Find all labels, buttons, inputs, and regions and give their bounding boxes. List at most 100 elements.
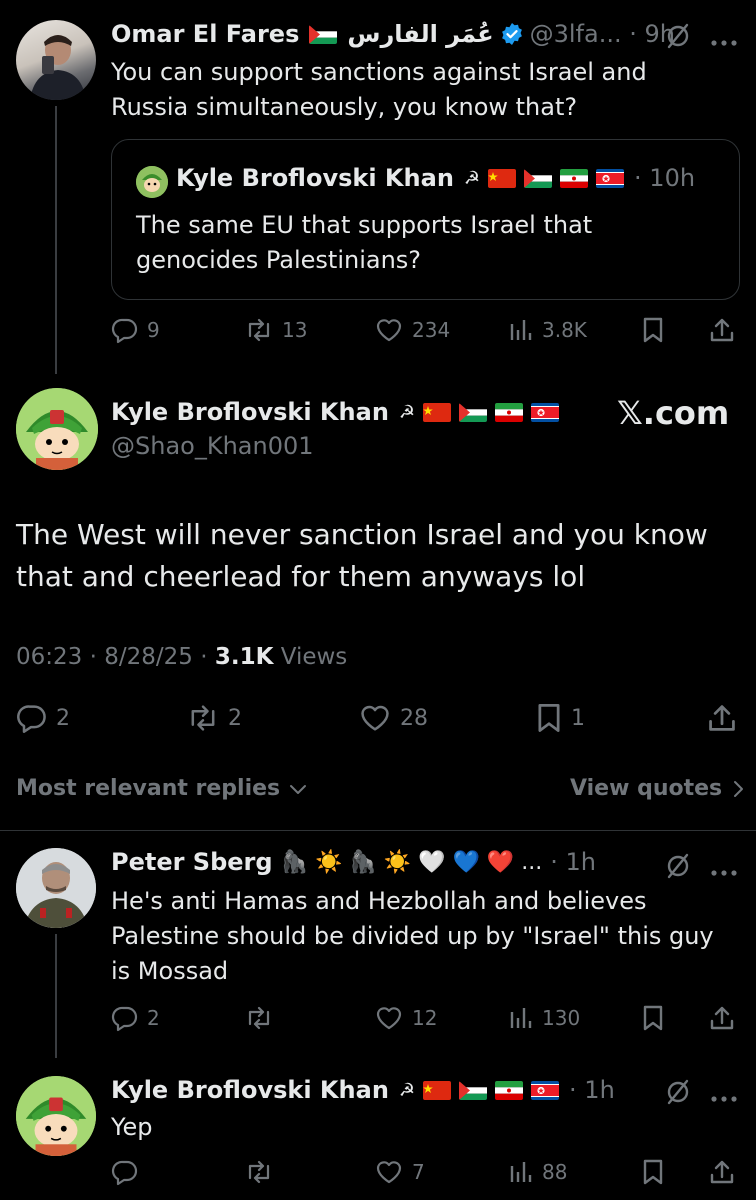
repost-icon — [248, 318, 270, 342]
tweet1-bookmark-button[interactable] — [641, 316, 665, 344]
palestine-flag-icon — [309, 24, 338, 44]
main-repost-button[interactable]: 2 — [186, 702, 242, 734]
china-flag-icon-2 — [423, 402, 452, 422]
reply1-views-button[interactable]: 130 — [508, 1004, 580, 1032]
hammer-sickle-icon-3: ☭ — [398, 1079, 416, 1101]
reply1-views-count: 130 — [542, 1006, 581, 1030]
reply1-text: He's anti Hamas and Hezbollah and believ… — [111, 884, 741, 989]
views-icon — [510, 320, 532, 340]
reply1-header: Peter Sberg 🦍 ☀️ 🦍 ☀️ 🤍 💙 ❤️ ... · 1h — [111, 848, 596, 876]
tweet1-like-button[interactable]: 234 — [374, 316, 450, 344]
share-icon — [710, 318, 734, 342]
main-author-handle[interactable]: @Shao_Khan001 — [111, 432, 314, 460]
tweet1-author-name[interactable]: Omar El Fares — [111, 20, 299, 48]
reply-icon — [111, 318, 138, 344]
quote-avatar — [136, 166, 168, 198]
reply1-author-name[interactable]: Peter Sberg — [111, 848, 273, 876]
reply1-bookmark-button[interactable] — [641, 1004, 665, 1032]
main-like-button[interactable]: 28 — [358, 702, 428, 734]
quoted-tweet-card[interactable]: Kyle Broflovski Khan ☭ · 10h The same EU… — [111, 139, 740, 300]
tweet1-text: You can support sanctions against Israel… — [111, 55, 741, 125]
tweet1-reply-count: 9 — [147, 318, 160, 342]
reply1-reply-count: 2 — [147, 1006, 160, 1030]
reply2-share-button[interactable] — [708, 1158, 736, 1186]
reply2-reply-button[interactable] — [111, 1158, 147, 1186]
grok-icon-2[interactable] — [664, 852, 692, 880]
reply1-share-button[interactable] — [708, 1004, 736, 1032]
avatar-peter[interactable] — [16, 848, 96, 928]
main-bookmark-count: 1 — [571, 705, 585, 731]
main-bookmark-button[interactable]: 1 — [535, 702, 585, 734]
reply1-text-line2: Palestine should be divided up by "Israe… — [111, 922, 714, 950]
tweet1-text-line1: You can support sanctions against Israel… — [111, 58, 647, 86]
replies-sort-label: Most relevant replies — [16, 776, 281, 801]
grok-icon-3[interactable] — [664, 1078, 692, 1106]
reply1-repost-button[interactable] — [244, 1004, 282, 1032]
main-author-name[interactable]: Kyle Broflovski Khan — [111, 398, 389, 426]
iran-flag-icon-2 — [495, 402, 524, 422]
chevron-down-icon — [290, 784, 307, 794]
avatar-kyle-main[interactable] — [16, 388, 98, 470]
main-like-count: 28 — [400, 705, 428, 731]
repost-icon-r2 — [248, 1160, 270, 1184]
bookmark-icon-r2 — [643, 1159, 663, 1185]
reply2-repost-button[interactable] — [244, 1158, 282, 1186]
main-reply-button[interactable]: 2 — [16, 702, 70, 734]
north-korea-flag-icon-2 — [531, 402, 560, 422]
main-tweet-text: The West will never sanction Israel and … — [16, 514, 740, 598]
reply1-text-line3: is Mossad — [111, 957, 229, 985]
section-divider — [0, 830, 756, 831]
grok-icon[interactable] — [664, 22, 692, 50]
main-time-date[interactable]: 06:23 · 8/28/25 · — [16, 644, 215, 670]
north-korea-flag-icon — [596, 168, 625, 188]
tweet1-repost-button[interactable]: 13 — [244, 316, 307, 344]
avatar-omar[interactable] — [16, 20, 96, 100]
reply-icon-r1 — [111, 1006, 138, 1032]
bookmark-icon-main — [538, 704, 560, 732]
thread-line-1 — [55, 106, 57, 374]
reply2-more-icon[interactable] — [710, 1088, 738, 1102]
heart-icon — [376, 319, 402, 342]
reply2-like-count: 7 — [412, 1160, 425, 1184]
china-flag-icon — [488, 168, 517, 188]
tweet1-handle-time[interactable]: @3lfa... · 9h — [530, 20, 675, 48]
quote-header: Kyle Broflovski Khan ☭ · 10h — [176, 164, 695, 192]
reply1-time[interactable]: · 1h — [550, 848, 596, 876]
chevron-right-icon — [734, 780, 744, 797]
quote-text-line2: genocides Palestinians? — [136, 246, 422, 274]
tweet1-text-line2: Russia simultaneously, you know that? — [111, 93, 578, 121]
reply1-more-icon[interactable] — [710, 862, 738, 876]
tweet1-share-button[interactable] — [708, 316, 736, 344]
reply2-time[interactable]: · 1h — [569, 1076, 615, 1104]
heart-icon-main — [361, 705, 389, 731]
reply1-emojis: 🦍 ☀️ 🦍 ☀️ 🤍 💙 ❤️ ... — [280, 849, 543, 875]
reply2-header: Kyle Broflovski Khan ☭ · 1h — [111, 1076, 615, 1104]
tweet1-reply-button[interactable]: 9 — [111, 316, 160, 344]
reply2-text: Yep — [111, 1113, 153, 1141]
palestine-flag-icon-4 — [459, 1080, 488, 1100]
hammer-sickle-icon: ☭ — [463, 167, 481, 189]
heart-icon-r1 — [376, 1007, 402, 1030]
hammer-sickle-icon-2: ☭ — [398, 401, 416, 423]
tweet1-repost-count: 13 — [282, 318, 308, 342]
repost-icon-r1 — [248, 1006, 270, 1030]
bookmark-icon-r1 — [643, 1005, 663, 1031]
tweet1-views-button[interactable]: 3.8K — [508, 316, 587, 344]
reply1-like-button[interactable]: 12 — [374, 1004, 437, 1032]
reply1-text-line1: He's anti Hamas and Hezbollah and believ… — [111, 887, 647, 915]
reply2-bookmark-button[interactable] — [641, 1158, 665, 1186]
reply2-author-name[interactable]: Kyle Broflovski Khan — [111, 1076, 389, 1104]
main-share-button[interactable] — [706, 702, 738, 734]
tweet1-more-icon[interactable] — [710, 32, 738, 46]
reply2-like-button[interactable]: 7 — [374, 1158, 425, 1186]
reply1-reply-button[interactable]: 2 — [111, 1004, 160, 1032]
avatar-kyle-reply[interactable] — [16, 1076, 96, 1156]
tweet1-header: Omar El Fares عُمَر الفارس @3lfa... · 9h — [111, 18, 741, 50]
main-tweet-header: Kyle Broflovski Khan ☭ — [111, 398, 560, 426]
reply-icon-main — [17, 705, 46, 733]
reply2-views-button[interactable]: 88 — [508, 1158, 567, 1186]
replies-sort-dropdown[interactable]: Most relevant replies — [16, 776, 308, 801]
x-com-watermark: 𝕏.com — [617, 394, 730, 432]
tweet1-like-count: 234 — [412, 318, 451, 342]
view-quotes-link[interactable]: View quotes — [570, 776, 744, 801]
